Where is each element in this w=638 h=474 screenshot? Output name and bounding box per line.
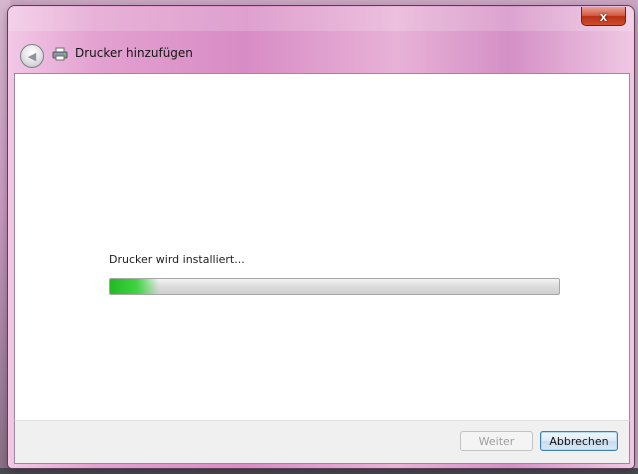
content-pane: Drucker wird installiert... xyxy=(14,73,630,421)
back-button[interactable]: ◀ xyxy=(20,44,44,68)
close-button[interactable]: x xyxy=(581,7,626,26)
printer-icon xyxy=(52,47,68,61)
progress-bar xyxy=(109,278,560,295)
next-button[interactable]: Weiter xyxy=(460,431,533,451)
back-arrow-icon: ◀ xyxy=(27,50,37,63)
title-bar xyxy=(9,7,633,31)
cancel-button[interactable]: Abbrechen xyxy=(540,431,618,451)
add-printer-dialog: x ◀ Drucker hinzufügen Drucker wird inst… xyxy=(8,6,634,468)
taskbar-edge xyxy=(0,468,638,474)
close-icon: x xyxy=(599,8,608,24)
progress-fill xyxy=(110,279,160,294)
status-text: Drucker wird installiert... xyxy=(109,253,245,266)
button-bar: Weiter Abbrechen xyxy=(14,420,630,464)
dialog-title: Drucker hinzufügen xyxy=(75,46,193,60)
